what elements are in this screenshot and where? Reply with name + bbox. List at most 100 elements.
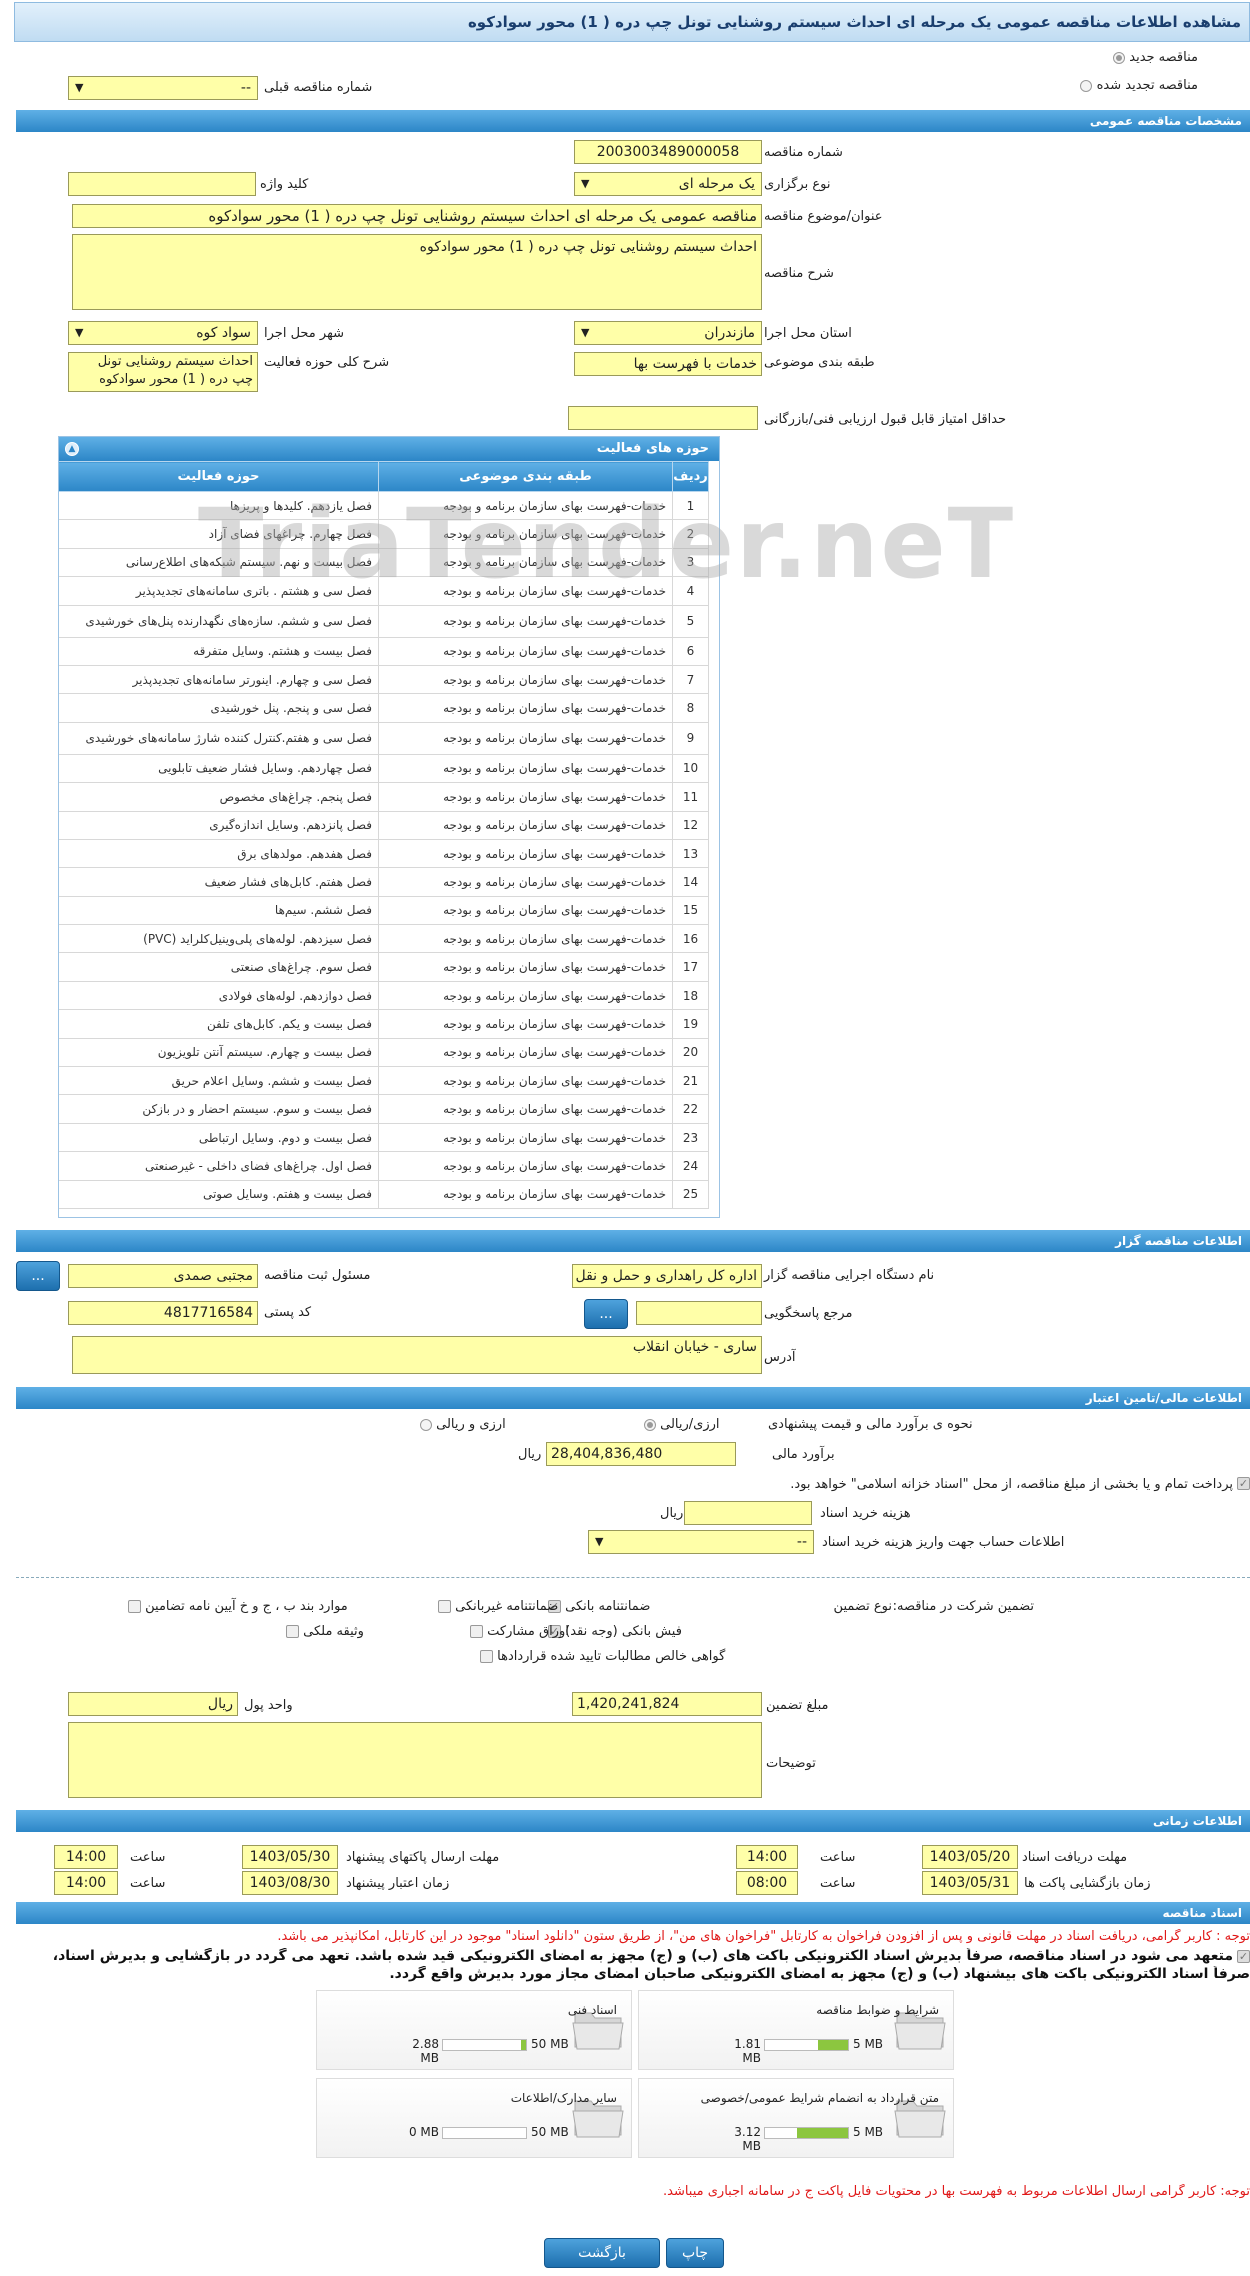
row-number-cell: 25 xyxy=(672,1179,709,1209)
estimate-unit: ریال xyxy=(518,1447,542,1462)
renew-tender-label: مناقصه تجدید شده xyxy=(1096,78,1198,93)
method-opt1[interactable]: ارزی/ریالی xyxy=(644,1417,720,1432)
section-docs: اسناد مناقصه xyxy=(16,1902,1250,1924)
g6-option[interactable]: وثیقه ملکی xyxy=(286,1624,364,1639)
type-select[interactable]: یک مرحله ای ▼ xyxy=(574,172,762,196)
row-number-cell: 11 xyxy=(672,782,709,812)
send-label: مهلت ارسال پاکتهای پیشنهاد xyxy=(346,1850,500,1865)
g2-label: ضمانتنامه غیربانکی xyxy=(455,1599,559,1614)
row-number-cell: 21 xyxy=(672,1066,709,1096)
opt2-radio[interactable] xyxy=(420,1418,432,1431)
doc-file-card[interactable]: شرایط و ضوابط مناقصه 1.81 MB 5 MB xyxy=(638,1990,954,2070)
valid-time-label: ساعت xyxy=(130,1876,166,1891)
renew-tender-radio[interactable] xyxy=(1080,79,1093,92)
g7-option[interactable]: گواهی خالص مطالبات تایید شده قراردادها xyxy=(480,1649,725,1664)
commit-checkbox[interactable] xyxy=(1237,1949,1250,1963)
g4-label: فیش بانکی (وجه نقد) xyxy=(565,1624,682,1639)
collapse-icon[interactable]: ▲ xyxy=(65,442,79,456)
renew-tender-option[interactable]: مناقصه تجدید شده xyxy=(1080,78,1198,93)
doc-file-name: متن قرارداد به انضمام شرایط عمومی/خصوصی xyxy=(700,2091,939,2105)
acct-select[interactable]: -- ▼ xyxy=(588,1530,814,1554)
desc-label: شرح مناقصه xyxy=(764,266,834,281)
ref-lookup-button[interactable]: ... xyxy=(584,1299,628,1329)
estimate-field: 28,404,836,480 xyxy=(546,1442,736,1466)
addr-label: آدرس xyxy=(764,1350,796,1365)
docfee-unit: ریال xyxy=(660,1506,684,1521)
activity-cell: فصل دوازدهم. لوله‌های فولادی xyxy=(59,980,379,1011)
row-number-cell: 19 xyxy=(672,1009,709,1039)
send-time-label: ساعت xyxy=(130,1850,166,1865)
table-row: 25 خدمات-فهرست بهای سازمان برنامه و بودجه… xyxy=(59,1179,709,1209)
activity-cell: فصل سوم. چراغ‌های صنعتی xyxy=(59,952,379,982)
g7-checkbox[interactable] xyxy=(480,1650,493,1663)
back-button[interactable]: بازگشت xyxy=(544,2238,660,2268)
treasury-checkbox[interactable] xyxy=(1237,1477,1250,1490)
print-button[interactable]: چاپ xyxy=(666,2238,724,2268)
doc-file-card[interactable]: اسناد فنی 2.88 MB 50 MB xyxy=(316,1990,632,2070)
g6-checkbox[interactable] xyxy=(286,1625,299,1638)
doc-max-size: 50 MB xyxy=(531,2125,569,2139)
category-cell: خدمات-فهرست بهای سازمان برنامه و بودجه xyxy=(378,1094,673,1124)
acct-label: اطلاعات حساب جهت واریز هزینه خرید اسناد xyxy=(822,1535,1065,1550)
table-row: 21 خدمات-فهرست بهای سازمان برنامه و بودجه… xyxy=(59,1066,709,1096)
opt1-radio[interactable] xyxy=(644,1418,656,1431)
table-row: 7 خدمات-فهرست بهای سازمان برنامه و بودجه ف… xyxy=(59,664,709,695)
g2-option[interactable]: ضمانتنامه غیربانکی xyxy=(438,1599,558,1614)
keyword-field[interactable] xyxy=(68,172,256,196)
activity-cell: فصل سیزدهم. لوله‌های پلی‌وینیل‌کلراید (P… xyxy=(59,924,379,954)
doc-file-card[interactable]: متن قرارداد به انضمام شرایط عمومی/خصوصی 3… xyxy=(638,2078,954,2158)
resp-field: مجتبی صمدی xyxy=(68,1264,258,1288)
minscore-label: حداقل امتیاز قابل قبول ارزیابی فنی/بازرگ… xyxy=(764,412,1007,427)
category-cell: خدمات-فهرست بهای سازمان برنامه و بودجه xyxy=(378,1066,673,1096)
row-number-cell: 13 xyxy=(672,838,709,869)
g6-label: وثیقه ملکی xyxy=(303,1624,364,1639)
prev-number-select[interactable]: -- ▼ xyxy=(68,76,258,100)
doc-max-size: 5 MB xyxy=(853,2037,884,2051)
method-opt2[interactable]: ارزی و ریالی xyxy=(420,1417,506,1432)
subject-field: مناقصه عمومی یک مرحله ای احداث سیستم روش… xyxy=(72,204,762,228)
row-number-cell: 24 xyxy=(672,1151,709,1181)
activity-cell: فصل بیست و دوم. وسایل ارتباطی xyxy=(59,1122,379,1153)
amount-field: 1,420,241,824 xyxy=(572,1692,762,1716)
province-select[interactable]: مازندران ▼ xyxy=(574,321,762,345)
g2-checkbox[interactable] xyxy=(438,1600,451,1613)
chevron-down-icon: ▼ xyxy=(75,326,84,339)
g7-label: گواهی خالص مطالبات تایید شده قراردادها xyxy=(497,1649,726,1664)
g5-label: اوراق مشارکت xyxy=(487,1624,569,1639)
table-row: 15 خدمات-فهرست بهای سازمان برنامه و بودجه… xyxy=(59,895,709,926)
resp-lookup-button[interactable]: ... xyxy=(16,1261,60,1291)
g1-option[interactable]: ضمانتنامه بانکی xyxy=(548,1599,650,1614)
section-general: مشخصات مناقصه عمومی xyxy=(16,110,1250,132)
activity-cell: فصل بیست و هفتم. وسایل صوتی xyxy=(59,1179,379,1209)
watermark-logo: TriaTender.neT xyxy=(198,488,1016,600)
g3-checkbox[interactable] xyxy=(128,1600,141,1613)
g3-option[interactable]: موارد بند ب ، ج و خ آیین نامه تضامین xyxy=(128,1599,348,1614)
method-label: نحوه ی برآورد مالی و قیمت پیشنهادی xyxy=(768,1417,973,1432)
g5-checkbox[interactable] xyxy=(470,1625,483,1638)
row-number-cell: 18 xyxy=(672,980,709,1011)
treasury-option[interactable]: پرداخت تمام و یا بخشی از مبلغ مناقصه، از… xyxy=(726,1477,1250,1492)
doc-file-card[interactable]: سایر مدارک/اطلاعات 0 MB 50 MB xyxy=(316,2078,632,2158)
doc-max-size: 5 MB xyxy=(853,2125,884,2139)
open-time-label: ساعت xyxy=(820,1876,856,1891)
treasury-label: پرداخت تمام و یا بخشی از مبلغ مناقصه، از… xyxy=(790,1477,1233,1492)
divider xyxy=(16,1577,1250,1578)
minscore-field[interactable] xyxy=(568,406,758,430)
grid-title: حوزه های فعالیت xyxy=(596,441,709,456)
table-row: 9 خدمات-فهرست بهای سازمان برنامه و بودجه ف… xyxy=(59,721,709,755)
type-label: نوع برگزاری xyxy=(764,177,831,192)
category-cell: خدمات-فهرست بهای سازمان برنامه و بودجه xyxy=(378,980,673,1011)
new-tender-option[interactable]: مناقصه جدید xyxy=(1113,50,1198,65)
g5-option[interactable]: اوراق مشارکت xyxy=(470,1624,569,1639)
category-cell: خدمات-فهرست بهای سازمان برنامه و بودجه xyxy=(378,782,673,812)
new-tender-radio[interactable] xyxy=(1113,51,1126,64)
new-tender-label: مناقصه جدید xyxy=(1129,50,1198,65)
col-header-row: ردیف xyxy=(672,461,709,492)
city-select[interactable]: سواد کوه ▼ xyxy=(68,321,258,345)
city-value: سواد کوه xyxy=(196,325,251,341)
col-header-category: طبقه بندی موضوعی xyxy=(378,461,673,492)
activity-cell: فصل سی و پنجم. پنل خورشیدی xyxy=(59,693,379,723)
ref-field[interactable] xyxy=(636,1301,762,1325)
category-cell: خدمات-فهرست بهای سازمان برنامه و بودجه xyxy=(378,753,673,784)
doc-used-size: 0 MB xyxy=(408,2125,439,2139)
